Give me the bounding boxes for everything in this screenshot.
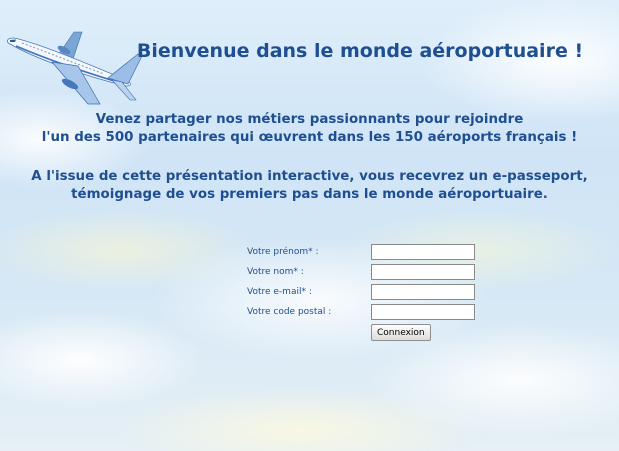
lastname-field[interactable] — [371, 264, 475, 280]
passport-line-2: témoignage de vos premiers pas dans le m… — [71, 187, 548, 202]
passport-line-1: A l'issue de cette présentation interact… — [31, 169, 588, 184]
passport-text: A l'issue de cette présentation interact… — [0, 168, 619, 204]
intro-line-1: Venez partager nos métiers passionnants … — [95, 112, 524, 127]
postal-code-field[interactable] — [371, 304, 475, 320]
firstname-label: Votre prénom* : — [247, 247, 319, 257]
email-field[interactable] — [371, 284, 475, 300]
postal-code-label: Votre code postal : — [247, 307, 332, 317]
firstname-field[interactable] — [371, 244, 475, 260]
intro-text: Venez partager nos métiers passionnants … — [0, 111, 619, 147]
connexion-button[interactable]: Connexion — [371, 324, 431, 341]
intro-line-2: l'un des 500 partenaires qui œuvrent dan… — [41, 130, 578, 145]
email-label: Votre e-mail* : — [247, 287, 312, 297]
page-title: Bienvenue dans le monde aéroportuaire ! — [136, 40, 584, 62]
lastname-label: Votre nom* : — [247, 267, 304, 277]
